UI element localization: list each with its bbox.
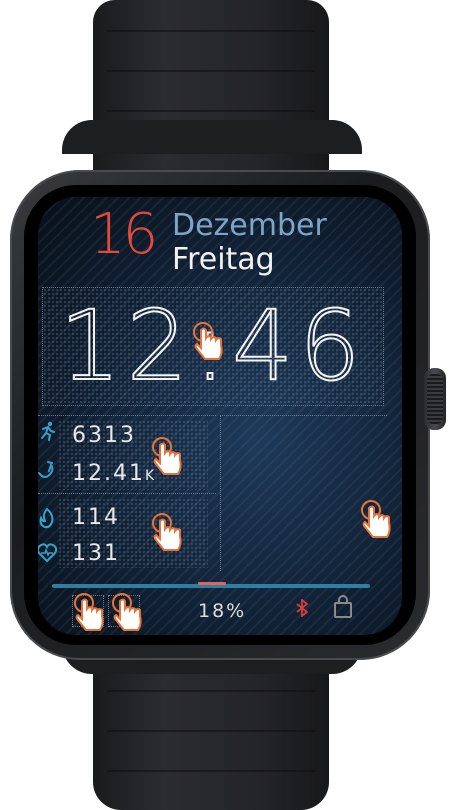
tap-hand-icon [193,322,223,360]
heart-rate-value: 131 [72,541,120,566]
tap-hand-icon [361,500,391,538]
battery-percentage: 18% [198,600,247,622]
bluetooth-icon [296,598,309,622]
time-minutes: 46 [231,290,367,402]
custom-widget-slot[interactable] [220,415,391,571]
stats-panel: 6313 12.41K 114 131 [38,415,216,570]
health-box[interactable] [38,493,216,571]
battery-progress-indicator [198,582,226,585]
heart-icon [38,543,58,565]
tap-hand-icon [74,593,104,631]
date-month: Dezember [172,208,327,243]
time-widget[interactable]: 12:46 [42,287,384,406]
distance-value: 12.41K [72,461,154,489]
tap-hand-icon [152,437,182,475]
calories-value: 114 [72,505,120,530]
tap-hand-icon [152,513,182,551]
watch-face: 16 Dezember Freitag 12:46 [38,197,402,635]
date-weekday: Freitag [172,242,275,277]
crown-button[interactable] [424,368,446,430]
tap-hand-icon [112,593,142,631]
date-day: 16 [90,202,158,267]
lock-icon [334,595,352,618]
steps-value: 6313 [72,423,136,448]
flame-icon [38,507,58,529]
watch-screen: 16 Dezember Freitag 12:46 [24,185,416,645]
distance-icon [38,459,58,481]
watch-lug-top [62,120,362,154]
distance-number: 12.41 [72,461,145,486]
time-hours: 12 [59,290,194,402]
runner-icon [38,421,58,443]
